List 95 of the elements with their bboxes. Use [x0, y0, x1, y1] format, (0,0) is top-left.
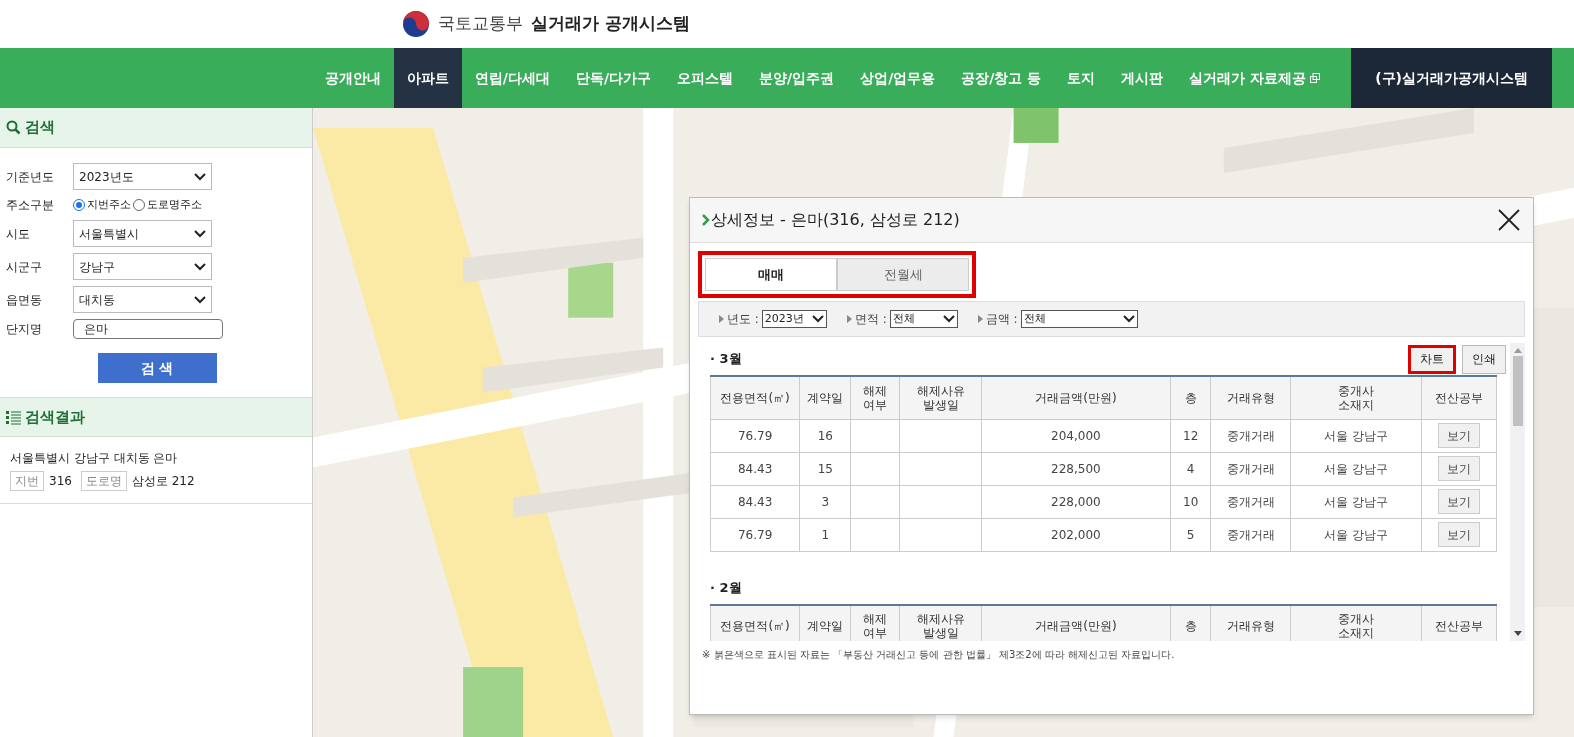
list-icon: [6, 409, 21, 425]
ministry-name: 국토교통부: [438, 12, 523, 36]
new-window-icon: [1310, 73, 1321, 83]
table-cell: 서울 강남구: [1324, 494, 1388, 509]
view-button[interactable]: 보기: [1437, 423, 1480, 448]
column-header: 중개사 소재지: [1290, 376, 1422, 419]
column-header: 전산공부: [1421, 376, 1497, 419]
triangle-right-icon: [719, 315, 724, 323]
view-button[interactable]: 보기: [1437, 456, 1480, 481]
field-label: 주소구분: [6, 197, 55, 214]
table-cell: 228,000: [1051, 494, 1101, 509]
table-cell: 76.79: [737, 428, 773, 443]
radio-option[interactable]: 도로명주소: [133, 196, 202, 214]
chevron-down-icon: [194, 262, 206, 271]
select-field[interactable]: 2023년도: [73, 163, 212, 190]
filter-label: 면적 :: [854, 311, 887, 328]
filter-label: 금액 :: [985, 311, 1018, 328]
table-cell: 76.79: [737, 527, 773, 542]
radio-option[interactable]: 지번주소: [73, 196, 131, 214]
field-label: 단지명: [6, 321, 43, 338]
tab[interactable]: 매매: [705, 258, 837, 291]
select-field[interactable]: 대치동: [73, 286, 212, 313]
filter-select[interactable]: 전체: [1020, 310, 1138, 328]
table-cell: 서울 강남구: [1324, 461, 1388, 476]
scroll-down-icon[interactable]: [1513, 631, 1522, 636]
table-cell: 중개거래: [1226, 527, 1275, 542]
table-cell: 84.43: [737, 461, 773, 476]
month-heading: · 2월: [710, 578, 742, 597]
filter-select[interactable]: 2023년: [761, 310, 827, 328]
address-tag: 지번: [10, 471, 44, 491]
table-cell: 84.43: [737, 494, 773, 509]
road-address: 삼성로 212: [131, 473, 195, 490]
section-title: 검색: [25, 117, 55, 139]
result-name[interactable]: 서울특별시 강남구 대치동 은마: [10, 449, 302, 467]
footnote: ※ 붉은색으로 표시된 자료는 「부동산 거래신고 등에 관한 법률」 제3조2에 따라 해제신고된 자료입니다.: [701, 648, 1176, 662]
table-cell: 204,000: [1051, 428, 1101, 443]
system-title: 실거래가 공개시스템: [531, 12, 690, 36]
table-cell: 서울 강남구: [1324, 428, 1388, 443]
table-cell: 5: [1186, 527, 1195, 542]
table-cell: 중개거래: [1226, 461, 1275, 476]
table-cell: 10: [1183, 494, 1199, 509]
table-cell: 15: [817, 461, 833, 476]
table-cell: 12: [1183, 428, 1199, 443]
column-header: 해제 여부: [850, 376, 900, 419]
chevron-down-icon: [194, 295, 206, 304]
filter-select[interactable]: 전체: [889, 310, 958, 328]
action-button[interactable]: 인쇄: [1462, 344, 1506, 374]
column-header: 전용면적(㎡): [710, 604, 800, 641]
chevron-down-icon: [811, 315, 824, 323]
search-icon: [6, 120, 21, 135]
search-button[interactable]: 검 색: [97, 353, 217, 383]
column-header: 계약일: [799, 376, 851, 419]
column-header: 거래금액(만원): [981, 376, 1171, 419]
column-header: 전용면적(㎡): [710, 376, 800, 419]
column-header: 해제사유 발생일: [899, 376, 982, 419]
nav-item[interactable]: 아파트: [393, 48, 462, 108]
triangle-right-icon: [977, 315, 983, 323]
chevron-down-icon: [194, 229, 206, 238]
chevron-down-icon: [194, 172, 206, 181]
table-cell: 중개거래: [1226, 428, 1275, 443]
action-button[interactable]: 차트: [1408, 344, 1456, 374]
table-cell: 4: [1186, 461, 1195, 476]
table-cell: 중개거래: [1226, 494, 1275, 509]
address-tag: 도로명: [80, 471, 127, 491]
tab[interactable]: 전월세: [837, 258, 969, 291]
close-button[interactable]: [1497, 208, 1521, 232]
table-cell: 202,000: [1051, 527, 1101, 542]
chevron-right-icon: [702, 214, 710, 226]
nav-item[interactable]: (구)실거래가공개시스템: [1351, 48, 1552, 108]
emblem-icon: [402, 10, 430, 38]
triangle-right-icon: [846, 315, 852, 323]
select-field[interactable]: 서울특별시: [73, 220, 212, 247]
view-button[interactable]: 보기: [1437, 522, 1480, 547]
view-button[interactable]: 보기: [1437, 489, 1480, 514]
table-cell: 228,500: [1051, 461, 1101, 476]
section-title: 검색결과: [25, 406, 85, 428]
chevron-down-icon: [942, 315, 955, 323]
dialog-title: 상세정보 - 은마(316, 삼성로 212): [711, 209, 960, 231]
field-label: 기준년도: [6, 168, 55, 186]
lot-number: 316: [49, 473, 72, 490]
column-header: 층: [1170, 376, 1211, 419]
chevron-down-icon: [1122, 315, 1135, 323]
input-field[interactable]: 은마: [73, 319, 223, 339]
table-cell: 16: [817, 428, 833, 443]
scroll-thumb[interactable]: [1512, 356, 1523, 426]
table-cell: 1: [821, 527, 830, 542]
select-field[interactable]: 강남구: [73, 253, 212, 280]
column-header: 거래유형: [1210, 376, 1291, 419]
filter-label: 년도 :: [727, 311, 759, 328]
field-label: 시군구: [6, 258, 43, 276]
field-label: 시도: [6, 225, 31, 243]
month-heading: · 3월: [710, 350, 742, 369]
field-label: 읍면동: [6, 291, 43, 309]
table-cell: 3: [821, 494, 830, 509]
table-cell: 서울 강남구: [1324, 527, 1388, 542]
